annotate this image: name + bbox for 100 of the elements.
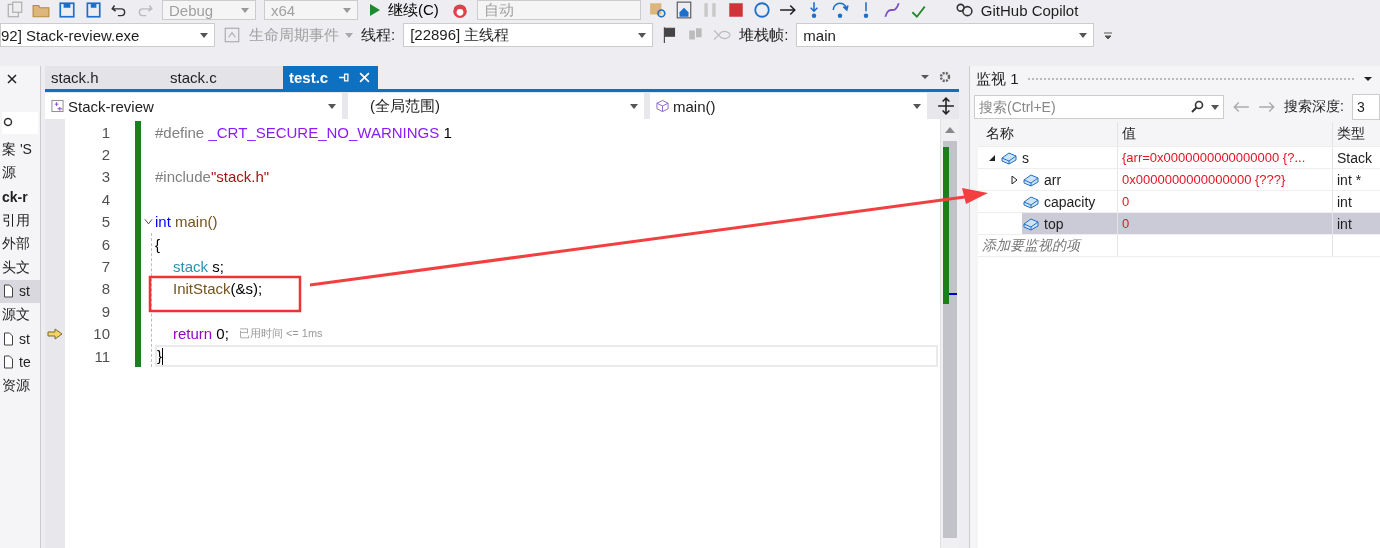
caret-icon	[630, 103, 638, 109]
save-icon[interactable]	[58, 1, 76, 19]
line-number: 1	[100, 123, 110, 141]
member-combo[interactable]: main()	[650, 93, 927, 119]
search-field[interactable]	[2, 112, 38, 134]
cube-icon	[656, 99, 669, 113]
tree-item[interactable]: 头文	[0, 255, 40, 280]
value-cell: 0	[1118, 213, 1333, 234]
type-cell: int	[1333, 191, 1380, 212]
code-line: return 0;	[173, 325, 229, 343]
tree-item[interactable]: 源文	[0, 303, 40, 327]
caret-icon	[345, 32, 353, 38]
column-header[interactable]: 名称	[978, 122, 1118, 146]
thread-label: 线程:	[361, 25, 396, 45]
stop-icon[interactable]	[726, 1, 745, 19]
file-tab[interactable]: test.c	[283, 66, 379, 89]
column-header[interactable]: 值	[1118, 122, 1333, 146]
code-line: InitStack(&s);	[173, 280, 263, 298]
project-combo[interactable]: Stack-review	[45, 93, 342, 119]
tree-item[interactable]: 源	[0, 161, 40, 186]
scope-combo[interactable]: (全局范围)	[348, 93, 644, 119]
tree-item[interactable]: ck-r	[0, 185, 40, 209]
search-icon	[2, 117, 14, 129]
file-tab[interactable]: stack.h	[45, 66, 164, 89]
line-number: 5	[100, 213, 110, 231]
split-icon[interactable]	[937, 97, 955, 115]
tree-item-label: 外部	[2, 235, 30, 254]
stack-frame-label: 堆栈帧:	[739, 25, 789, 45]
depth-field[interactable]: 3	[1351, 94, 1380, 120]
caret-icon	[343, 7, 351, 13]
tree-item-label: te	[19, 354, 31, 371]
variable-name[interactable]: s	[1022, 149, 1029, 166]
value-cell: 0x0000000000000000 {???}	[1118, 169, 1333, 190]
caret-icon	[241, 7, 249, 13]
tree-item-label: 引用	[2, 211, 30, 230]
type-cell: Stack	[1333, 147, 1380, 168]
continue-button[interactable]: 继续(C)	[366, 0, 443, 20]
step-over-icon[interactable]	[830, 1, 849, 19]
line-number: 9	[100, 302, 110, 320]
code-line: int main()	[155, 213, 218, 231]
file-icon	[2, 284, 15, 299]
tree-item-label: 案 'S	[2, 140, 32, 159]
line-number: 7	[100, 258, 110, 276]
tree-item[interactable]: 资源	[0, 373, 40, 398]
type-cell: int	[1333, 213, 1380, 234]
copilot-label[interactable]: GitHub Copilot	[980, 1, 1079, 19]
code-line: stack s;	[173, 258, 224, 276]
code-line: {	[155, 235, 160, 253]
tree-item[interactable]: st	[0, 279, 40, 304]
tree-item-label: st	[19, 330, 30, 347]
save-all-icon[interactable]	[84, 1, 102, 19]
line-number: 4	[100, 190, 110, 208]
code-line: #define _CRT_SECURE_NO_WARNINGS 1	[155, 123, 452, 141]
line-number: 11	[93, 347, 110, 365]
thread-combo[interactable]: [22896] 主线程	[403, 23, 654, 47]
variable-name[interactable]: top	[1044, 215, 1064, 232]
tree-item-label: 资源	[2, 376, 30, 395]
code-line: }	[157, 346, 163, 366]
tree-item[interactable]: 案 'S	[0, 138, 40, 162]
close-icon[interactable]	[6, 73, 18, 85]
tree-item-label: 源	[2, 164, 16, 183]
collapse-icon[interactable]	[143, 217, 153, 226]
add-watch-placeholder[interactable]: 添加要监视的项	[978, 235, 1118, 256]
panel-title: 监视 1	[976, 69, 1019, 89]
file-tab[interactable]: stack.c	[164, 66, 283, 89]
tree-item-label: 源文	[2, 305, 30, 324]
pin-icon[interactable]	[338, 72, 350, 83]
stack-frame-combo[interactable]: main	[796, 23, 1095, 47]
overflow-icon[interactable]	[1102, 29, 1115, 41]
tree-item-label: 头文	[2, 258, 30, 277]
restart-icon[interactable]	[752, 1, 771, 19]
tree-item[interactable]: te	[0, 350, 40, 374]
value-cell: 0	[1118, 191, 1333, 212]
variable-name[interactable]: capacity	[1044, 193, 1096, 210]
caret-icon	[1079, 32, 1088, 38]
tree-item-label: ck-r	[2, 189, 28, 205]
type-cell: int *	[1333, 169, 1380, 190]
scroll-up-icon[interactable]	[945, 127, 955, 133]
tree-item[interactable]: st	[0, 326, 40, 351]
line-number: 3	[100, 168, 110, 186]
column-header[interactable]: 类型	[1333, 122, 1380, 146]
caret-icon	[638, 32, 647, 38]
depth-label: 搜索深度:	[1284, 98, 1344, 116]
expand-icon[interactable]	[1010, 175, 1018, 184]
play-icon	[370, 4, 380, 16]
caret-icon	[328, 103, 336, 109]
tree-item-label: st	[19, 283, 30, 300]
scrollbar-track[interactable]	[943, 141, 957, 538]
home-icon[interactable]	[674, 1, 693, 19]
elapsed-time-hint: 已用时间 <= 1ms	[238, 326, 323, 342]
settings-icon[interactable]	[939, 71, 951, 83]
tree-item[interactable]: 引用	[0, 208, 40, 233]
project-icon	[51, 99, 64, 113]
process-combo[interactable]: 92] Stack-review.exe	[0, 23, 215, 47]
line-number: 10	[92, 325, 110, 343]
line-number: 6	[100, 235, 110, 253]
tree-item[interactable]: 外部	[0, 232, 40, 256]
caret-icon	[913, 103, 921, 109]
variable-name[interactable]: arr	[1044, 171, 1062, 188]
expanded-icon[interactable]	[988, 153, 996, 162]
